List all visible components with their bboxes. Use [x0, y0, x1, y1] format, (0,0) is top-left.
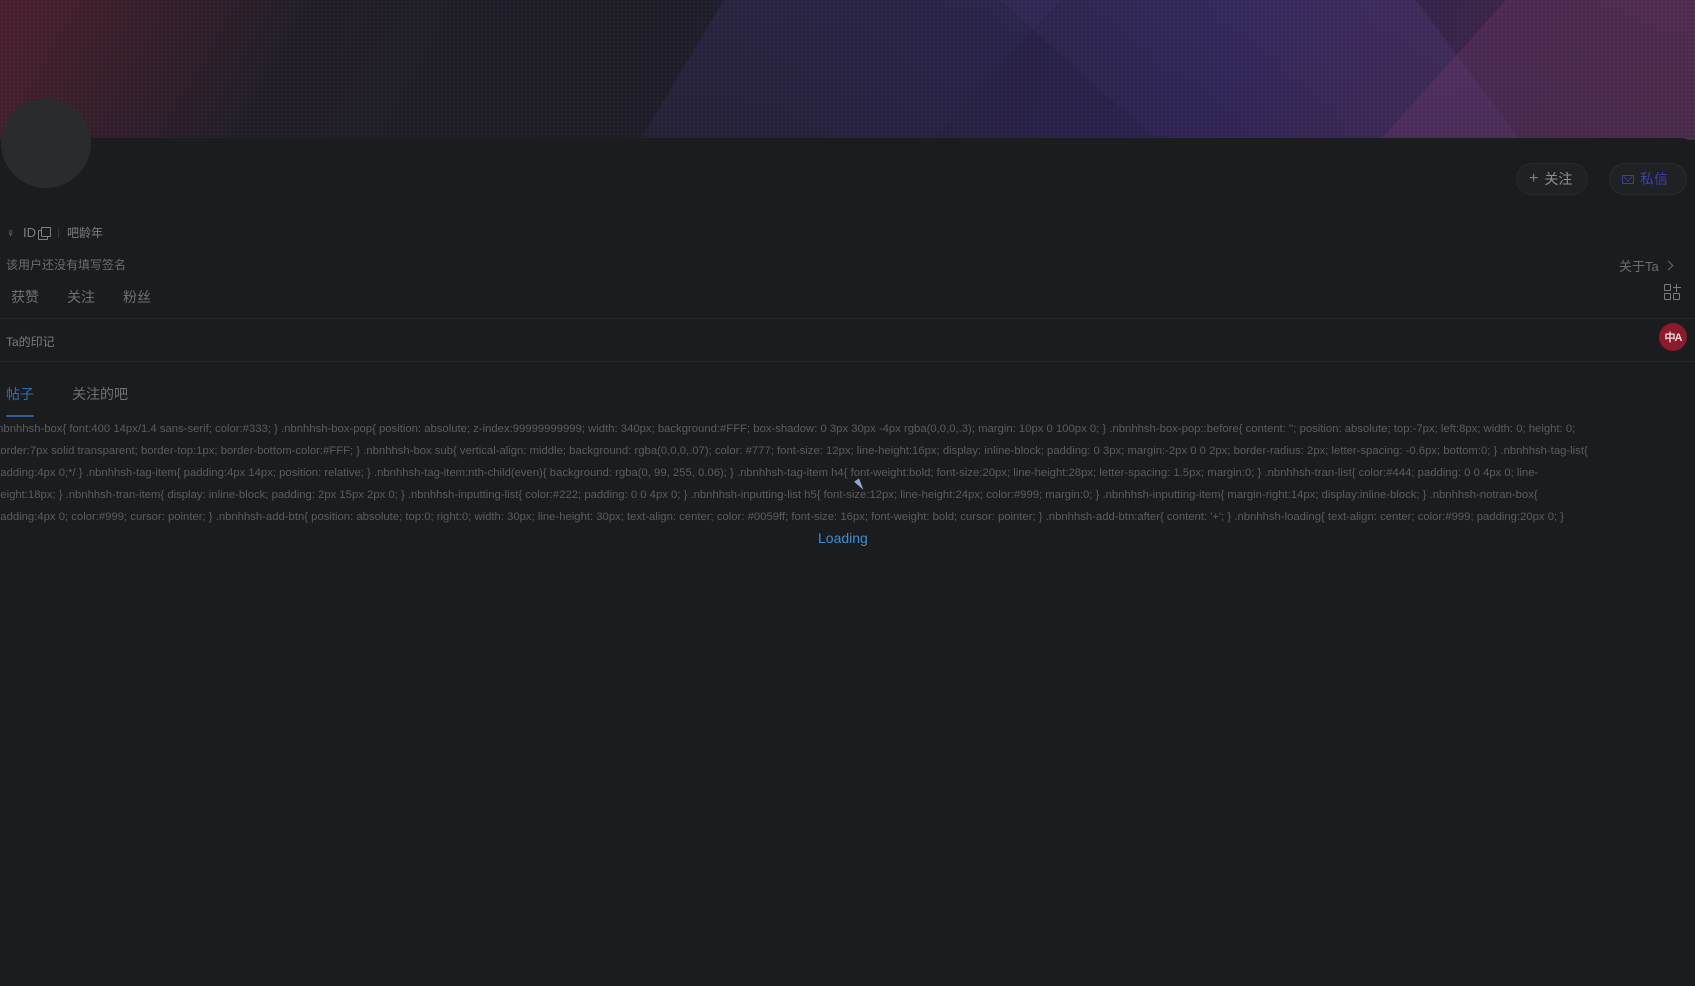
tab-followed-bars[interactable]: 关注的吧	[72, 384, 128, 414]
marks-title: Ta的印记	[6, 335, 55, 349]
profile-page: + 关注 私信 ♀ ID 吧龄年 该用户还没有填写签名 关于Ta 获赞 关注 粉…	[0, 0, 1695, 986]
content-tabs: 帖子 关注的吧	[6, 384, 128, 417]
css-line: .nbnhhsh-box{ font:400 14px/1.4 sans-ser…	[0, 423, 1576, 435]
profile-banner	[0, 0, 1695, 140]
copy-icon[interactable]	[38, 227, 51, 240]
apps-add-icon[interactable]	[1664, 284, 1681, 300]
css-line: padding:4px 0;*/ } .nbnhhsh-tag-item{ pa…	[0, 467, 1539, 479]
meta-divider	[58, 227, 59, 238]
tab-posts[interactable]: 帖子	[6, 384, 34, 417]
css-line: border:7px solid transparent; border-top…	[0, 445, 1588, 457]
user-id[interactable]: ID	[23, 225, 51, 240]
chevron-right-icon	[1663, 260, 1674, 271]
about-label: 关于Ta	[1619, 259, 1659, 274]
about-link[interactable]: 关于Ta	[1619, 256, 1674, 275]
bar-age: 吧龄年	[67, 226, 104, 240]
gender-icon: ♀	[6, 225, 15, 240]
divider	[0, 318, 1695, 319]
message-label: 私信	[1640, 171, 1668, 187]
divider	[0, 361, 1695, 362]
stat-likes[interactable]: 获赞	[11, 287, 39, 307]
leaked-css-text: .nbnhhsh-box{ font:400 14px/1.4 sans-ser…	[0, 418, 1684, 528]
stat-following[interactable]: 关注	[67, 287, 95, 307]
plus-icon: +	[1529, 170, 1539, 187]
profile-panel	[0, 138, 1695, 986]
avatar[interactable]	[1, 98, 91, 188]
message-button[interactable]: 私信	[1609, 163, 1687, 195]
profile-meta: ♀ ID 吧龄年	[6, 224, 103, 241]
css-line: height:18px; } .nbnhhsh-tran-item{ displ…	[0, 489, 1538, 501]
translate-icon[interactable]: 中A	[1659, 323, 1687, 351]
user-signature: 该用户还没有填写签名	[6, 258, 127, 272]
loading-indicator: Loading	[818, 530, 868, 546]
user-id-label: ID	[23, 225, 36, 240]
follow-button[interactable]: + 关注	[1516, 163, 1588, 195]
follow-label: 关注	[1544, 171, 1573, 187]
css-line: padding:4px 0; color:#999; cursor: point…	[0, 511, 1565, 523]
mail-icon	[1622, 174, 1634, 184]
stats-row: 获赞 关注 粉丝	[11, 287, 151, 307]
stat-followers[interactable]: 粉丝	[123, 287, 151, 307]
